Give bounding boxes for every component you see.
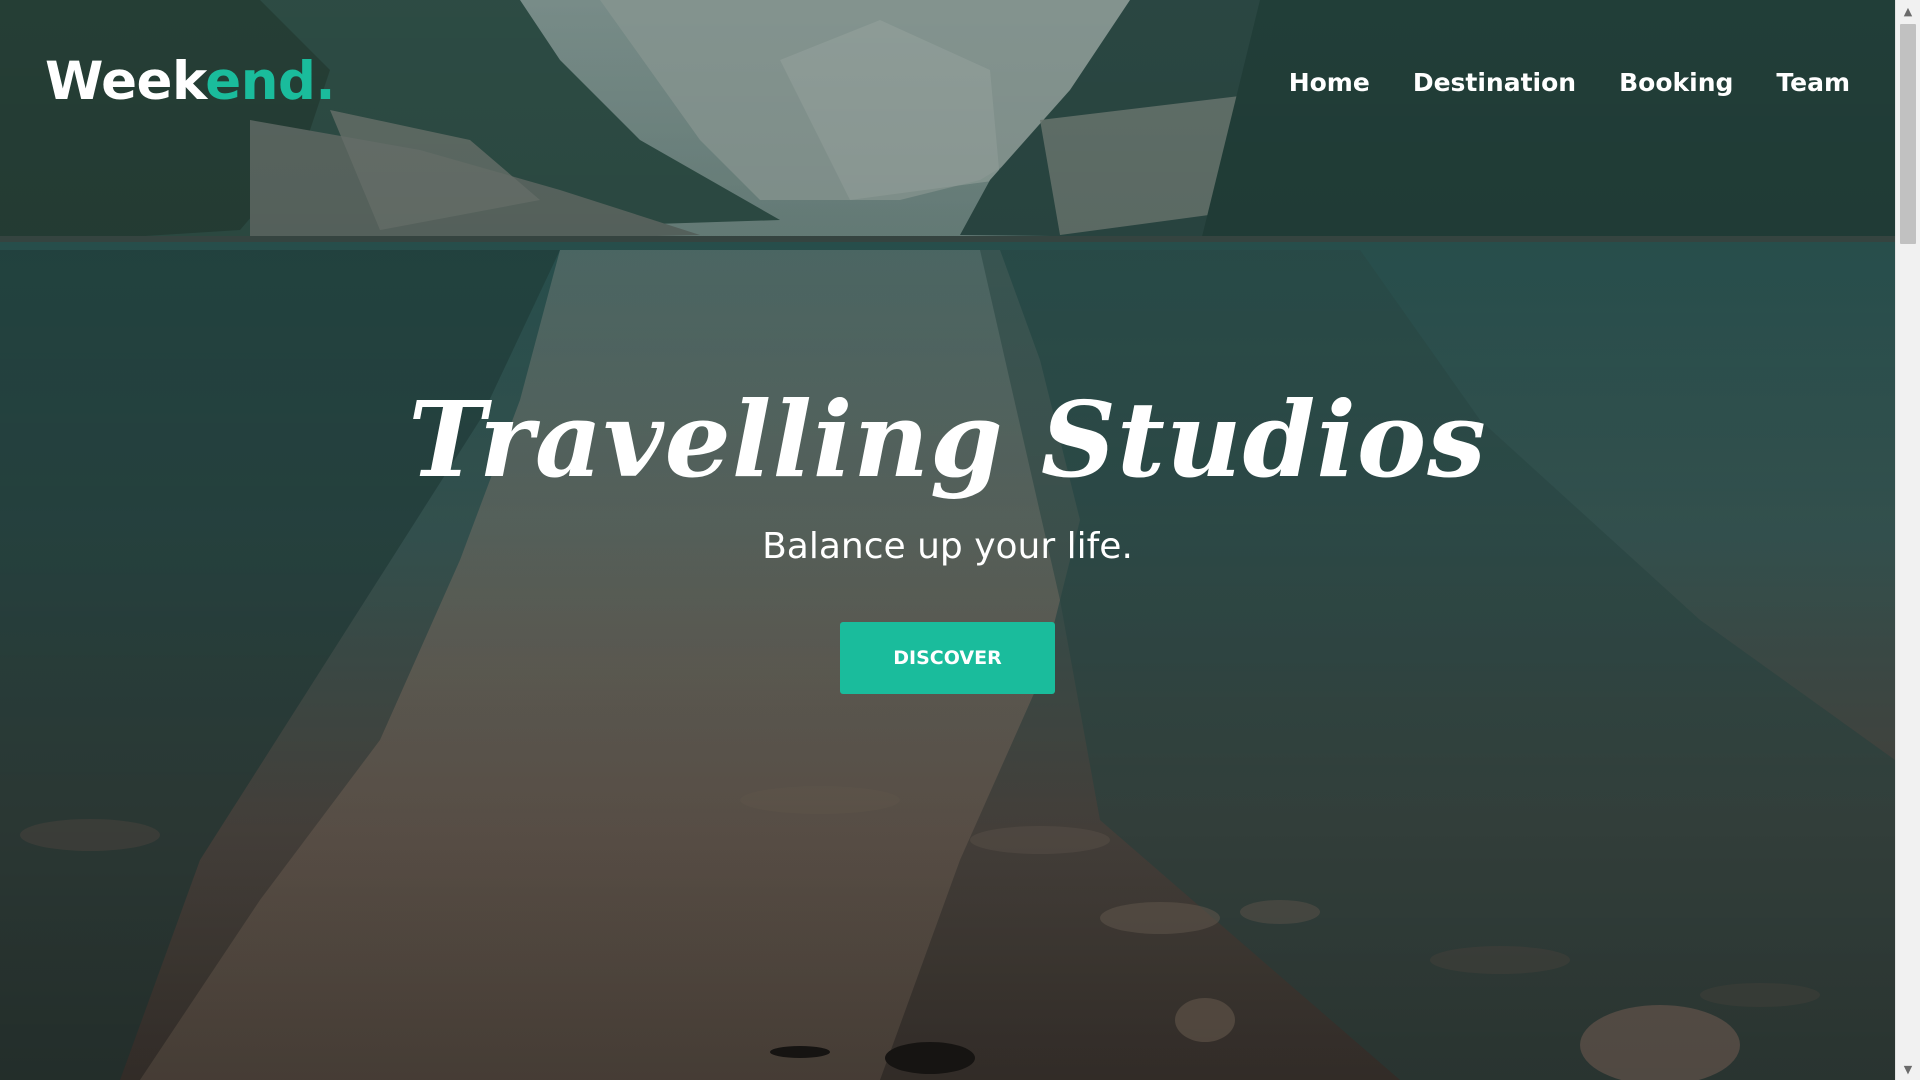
chevron-up-icon[interactable]: ▲ — [1896, 0, 1920, 22]
discover-button[interactable]: DISCOVER — [840, 622, 1055, 694]
nav-link-destination[interactable]: Destination — [1413, 66, 1576, 100]
main-nav: Home Destination Booking Team — [1289, 66, 1850, 100]
hero-subtitle: Balance up your life. — [762, 526, 1133, 567]
hero-section: Travelling Studios Balance up your life.… — [0, 375, 1895, 694]
hero-title: Travelling Studios — [408, 378, 1487, 501]
nav-link-home[interactable]: Home — [1289, 66, 1370, 100]
chevron-down-icon[interactable]: ▼ — [1896, 1058, 1920, 1080]
nav-link-booking[interactable]: Booking — [1619, 66, 1733, 100]
logo-text-primary: Week — [45, 51, 206, 112]
vertical-scrollbar[interactable]: ▲ ▼ — [1895, 0, 1920, 1080]
nav-link-team[interactable]: Team — [1776, 66, 1850, 100]
page-viewport: Weekend. Home Destination Booking Team T… — [0, 0, 1895, 1080]
scrollbar-thumb[interactable] — [1900, 24, 1916, 244]
logo-text-accent: end. — [205, 51, 336, 112]
top-navigation-bar: Weekend. Home Destination Booking Team — [0, 0, 1895, 170]
site-logo[interactable]: Weekend. — [45, 50, 336, 114]
